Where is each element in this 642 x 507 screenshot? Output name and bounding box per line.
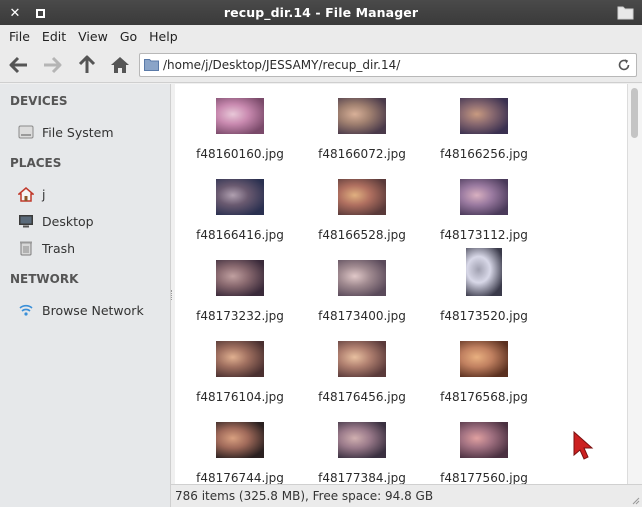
forward-arrow-icon <box>44 56 62 74</box>
file-name: f48173520.jpg <box>440 309 528 323</box>
file-name: f48173400.jpg <box>318 309 406 323</box>
side-pane: DEVICES File System PLACES j Desktop Tra… <box>0 84 171 507</box>
image-thumbnail <box>216 98 264 134</box>
pane-resize-handle[interactable] <box>171 290 174 300</box>
image-thumbnail <box>460 179 508 215</box>
image-thumbnail <box>460 422 508 458</box>
home-button[interactable] <box>108 53 132 77</box>
sidebar-item-label: File System <box>42 124 114 140</box>
network-heading: NETWORK <box>10 272 79 286</box>
file-name: f48166416.jpg <box>196 228 284 242</box>
forward-button[interactable] <box>40 53 64 77</box>
status-text: 786 items (325.8 MB), Free space: 94.8 G… <box>175 489 434 503</box>
image-thumbnail <box>216 260 264 296</box>
mouse-pointer-icon <box>573 431 594 460</box>
desktop-icon <box>18 213 34 229</box>
menu-view[interactable]: View <box>72 29 114 44</box>
window-title: recup_dir.14 - File Manager <box>223 5 419 20</box>
file-item[interactable]: f48166256.jpg <box>429 84 539 162</box>
menu-go[interactable]: Go <box>114 29 143 44</box>
file-item[interactable]: f48176456.jpg <box>307 327 417 405</box>
file-item[interactable]: f48176568.jpg <box>429 327 539 405</box>
file-item[interactable]: f48160160.jpg <box>185 84 295 162</box>
home-icon <box>18 186 34 202</box>
file-item[interactable]: f48173520.jpg <box>429 246 539 324</box>
file-name: f48173112.jpg <box>440 228 528 242</box>
image-thumbnail <box>216 341 264 377</box>
up-button[interactable] <box>75 53 99 77</box>
image-thumbnail <box>338 422 386 458</box>
folder-icon <box>617 6 634 20</box>
image-thumbnail <box>338 341 386 377</box>
file-name: f48166528.jpg <box>318 228 406 242</box>
image-thumbnail <box>466 248 502 296</box>
file-item[interactable]: f48176744.jpg <box>185 408 295 484</box>
trash-icon <box>18 240 34 256</box>
file-name: f48166256.jpg <box>440 147 528 161</box>
back-button[interactable] <box>7 53 31 77</box>
sidebar-item-browse-network[interactable]: Browse Network <box>18 300 168 320</box>
sidebar-item-file-system[interactable]: File System <box>18 122 168 142</box>
sidebar-item-desktop[interactable]: Desktop <box>18 211 168 231</box>
image-thumbnail <box>338 98 386 134</box>
location-path: /home/j/Desktop/JESSAMY/recup_dir.14/ <box>163 58 401 72</box>
menu-file[interactable]: File <box>3 29 36 44</box>
image-thumbnail <box>216 179 264 215</box>
folder-icon <box>144 59 159 71</box>
sidebar-item-label: Desktop <box>42 213 94 229</box>
file-item[interactable]: f48166416.jpg <box>185 165 295 243</box>
file-item[interactable]: f48166528.jpg <box>307 165 417 243</box>
file-item[interactable]: f48166072.jpg <box>307 84 417 162</box>
title-bar: ✕ recup_dir.14 - File Manager <box>0 0 642 25</box>
network-icon <box>18 302 34 318</box>
menu-edit[interactable]: Edit <box>36 29 72 44</box>
file-icon-view[interactable]: f48160160.jpg f48166072.jpg f48166256.jpg f… <box>175 84 627 484</box>
status-bar: 786 items (325.8 MB), Free space: 94.8 G… <box>171 484 642 507</box>
file-name: f48176744.jpg <box>196 471 284 484</box>
file-item[interactable]: f48173232.jpg <box>185 246 295 324</box>
location-bar[interactable]: /home/j/Desktop/JESSAMY/recup_dir.14/ <box>139 53 637 77</box>
file-name: f48176104.jpg <box>196 390 284 404</box>
back-arrow-icon <box>9 56 27 74</box>
places-heading: PLACES <box>10 156 62 170</box>
file-name: f48177384.jpg <box>318 471 406 484</box>
up-arrow-icon <box>78 55 96 73</box>
vertical-scrollbar[interactable] <box>627 84 642 484</box>
file-item[interactable]: f48177560.jpg <box>429 408 539 484</box>
image-thumbnail <box>460 98 508 134</box>
file-item[interactable]: f48173400.jpg <box>307 246 417 324</box>
file-item[interactable]: f48176104.jpg <box>185 327 295 405</box>
reload-icon[interactable] <box>616 57 632 73</box>
toolbar: /home/j/Desktop/JESSAMY/recup_dir.14/ <box>0 47 642 83</box>
image-thumbnail <box>338 260 386 296</box>
sidebar-item-label: Browse Network <box>42 302 144 318</box>
file-name: f48173232.jpg <box>196 309 284 323</box>
file-name: f48176568.jpg <box>440 390 528 404</box>
image-thumbnail <box>216 422 264 458</box>
file-name: f48166072.jpg <box>318 147 406 161</box>
sidebar-item-label: Trash <box>42 240 76 256</box>
resize-grip-icon[interactable] <box>630 495 640 505</box>
file-name: f48177560.jpg <box>440 471 528 484</box>
sidebar-item-trash[interactable]: Trash <box>18 238 168 258</box>
sidebar-item-label: j <box>42 186 46 202</box>
devices-heading: DEVICES <box>10 94 68 108</box>
sidebar-item-home[interactable]: j <box>18 184 168 204</box>
file-item[interactable]: f48177384.jpg <box>307 408 417 484</box>
menu-bar: File Edit View Go Help <box>0 25 642 47</box>
image-thumbnail <box>460 341 508 377</box>
file-item[interactable]: f48173112.jpg <box>429 165 539 243</box>
drive-icon <box>18 124 34 140</box>
home-icon <box>111 57 129 73</box>
image-thumbnail <box>338 179 386 215</box>
scrollbar-thumb[interactable] <box>631 88 638 138</box>
file-name: f48176456.jpg <box>318 390 406 404</box>
menu-help[interactable]: Help <box>143 29 184 44</box>
file-name: f48160160.jpg <box>196 147 284 161</box>
